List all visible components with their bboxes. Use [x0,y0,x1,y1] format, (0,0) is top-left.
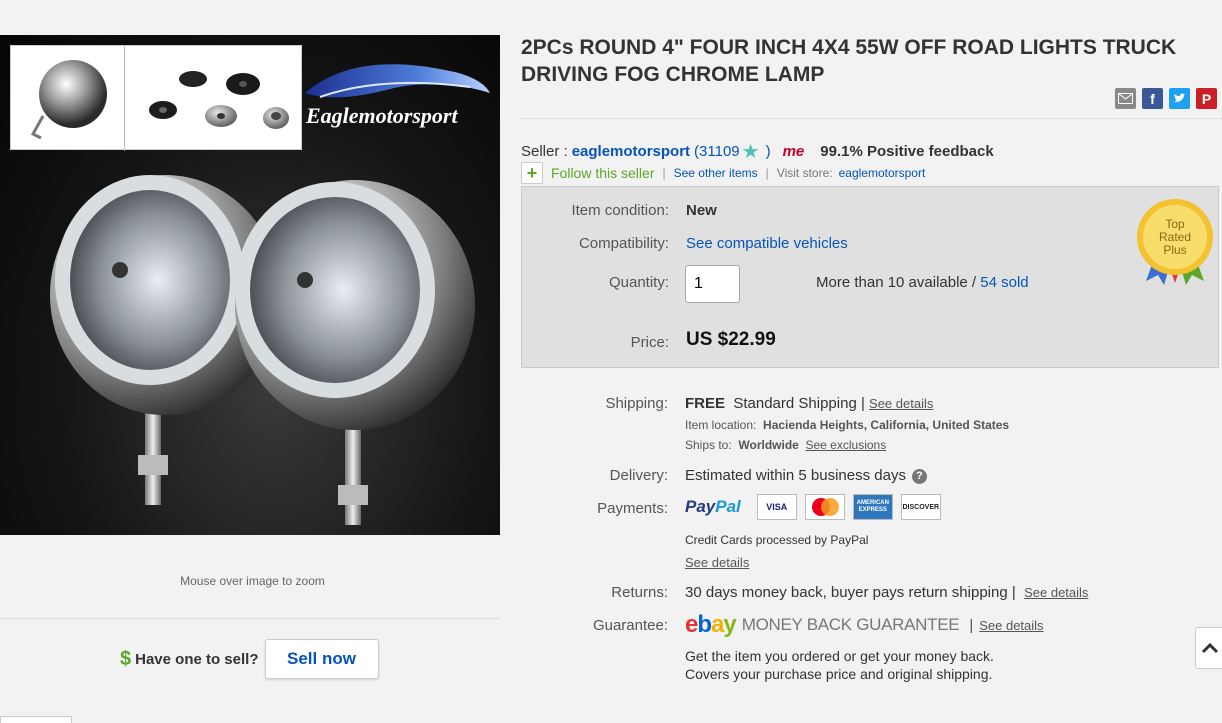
seller-score-close: ) [765,143,771,160]
location-label: Item location: [685,418,757,432]
product-image[interactable]: Eaglemotorsport [0,35,500,535]
scroll-to-top-button[interactable] [1195,627,1222,669]
exclusions-link[interactable]: See exclusions [806,438,887,452]
condition-label: Item condition: [571,202,669,219]
ships-to-value: Worldwide [738,438,799,452]
visit-store-label: Visit store: [776,166,833,180]
separator: | [765,166,769,180]
follow-row: + Follow this seller | See other items |… [521,162,925,184]
plus-icon[interactable]: + [521,162,543,184]
returns-text: 30 days money back, buyer pays return sh… [685,584,1016,601]
guarantee-value: ebay MONEY BACK GUARANTEE | See details [685,611,1044,639]
ships-to-label: Ships to: [685,438,732,452]
shipping-value: FREE Standard Shipping | See details [685,395,933,412]
purchase-panel: Item condition: New Compatibility: See c… [521,186,1219,368]
payment-details: See details [685,554,749,571]
seller-score[interactable]: (31109 [694,143,740,160]
shipping-free: FREE [685,395,726,412]
bottom-tab[interactable] [0,716,72,723]
pinterest-icon[interactable]: P [1196,88,1217,109]
shipping-method: Standard Shipping | [733,395,865,412]
quantity-input[interactable] [685,265,740,303]
price-value: US $22.99 [686,329,776,350]
delivery-label: Delivery: [609,467,668,484]
returns-value: 30 days money back, buyer pays return sh… [685,584,1088,601]
share-icons: f P [1115,88,1217,109]
me-badge-icon[interactable]: me [783,143,805,160]
visa-icon: VISA [756,494,797,520]
thumbnail-divider [124,46,125,151]
delivery-value: Estimated within 5 business days? [685,467,927,484]
email-icon[interactable] [1115,88,1136,109]
follow-seller-link[interactable]: Follow this seller [551,165,654,181]
payments-label: Payments: [597,500,668,517]
star-icon: ★ [741,141,760,163]
guarantee-line-1: Get the item you ordered or get your mon… [685,648,994,664]
sell-promo: $ Have one to sell? Sell now [120,638,379,680]
sold-count-link[interactable]: 54 sold [980,274,1028,291]
chevron-up-icon [1201,642,1219,654]
seller-label: Seller : [521,143,568,160]
ships-to: Ships to: Worldwide See exclusions [685,438,886,452]
badge-line-1: Top [1165,217,1185,231]
separator: | [662,166,666,180]
accessory-illustration [30,60,289,140]
item-title: 2PCs ROUND 4" FOUR INCH 4X4 55W OFF ROAD… [521,36,1177,86]
payment-note: Credit Cards processed by PayPal [685,533,869,547]
price-label: Price: [630,334,669,351]
seller-row: Seller : eaglemotorsport (31109 ★ ) me 9… [521,139,994,164]
store-link[interactable]: eaglemotorsport [839,166,926,180]
seller-name-link[interactable]: eaglemotorsport [572,143,690,160]
badge-line-2: Rated [1159,230,1191,244]
payment-logos: PayPal VISA AMERICAN EXPRESS DISCOVER [685,494,941,520]
sell-now-button[interactable]: Sell now [264,639,379,679]
ebay-logo: ebay [685,611,737,638]
discover-icon: DISCOVER [900,494,941,520]
returns-details-link[interactable]: See details [1024,585,1088,600]
guarantee-line-2: Covers your purchase price and original … [685,666,993,682]
payment-details-link[interactable]: See details [685,555,749,570]
compatible-vehicles-link[interactable]: See compatible vehicles [686,235,848,252]
money-back-guarantee: MONEY BACK GUARANTEE [741,615,960,634]
location-value: Hacienda Heights, California, United Sta… [763,418,1010,432]
seller-feedback: 99.1% Positive feedback [820,143,994,160]
twitter-icon[interactable] [1169,88,1190,109]
accessory-thumbnail [10,45,302,151]
eagle-logo: Eaglemotorsport [305,64,490,128]
sell-prompt: Have one to sell? [135,650,259,668]
quantity-label: Quantity: [608,274,669,291]
help-icon[interactable]: ? [911,468,927,484]
shipping-label: Shipping: [605,395,668,412]
guarantee-label: Guarantee: [592,617,668,634]
top-rated-plus-badge: Top Rated Plus [1137,199,1213,285]
dollar-icon: $ [120,647,132,670]
left-divider [0,618,500,619]
see-other-items-link[interactable]: See other items [674,166,758,180]
separator: | [969,616,974,634]
mastercard-icon [804,494,845,520]
returns-label: Returns: [611,584,668,601]
facebook-icon[interactable]: f [1142,88,1163,109]
amex-icon: AMERICAN EXPRESS [852,494,893,520]
delivery-text: Estimated within 5 business days [685,467,906,484]
zoom-hint: Mouse over image to zoom [180,574,325,588]
compatibility-label: Compatibility: [578,235,669,252]
guarantee-details-link[interactable]: See details [979,618,1043,633]
shipping-details-link[interactable]: See details [869,396,933,411]
brand-logo-text: Eaglemotorsport [305,103,458,128]
condition-value: New [686,202,717,219]
title-divider [521,118,1222,119]
item-location: Item location: Hacienda Heights, Califor… [685,418,1009,432]
badge-line-3: Plus [1163,243,1186,257]
available-text: More than 10 available / [816,274,977,291]
paypal-logo: PayPal [685,497,741,516]
availability: More than 10 available / 54 sold [816,274,1029,291]
